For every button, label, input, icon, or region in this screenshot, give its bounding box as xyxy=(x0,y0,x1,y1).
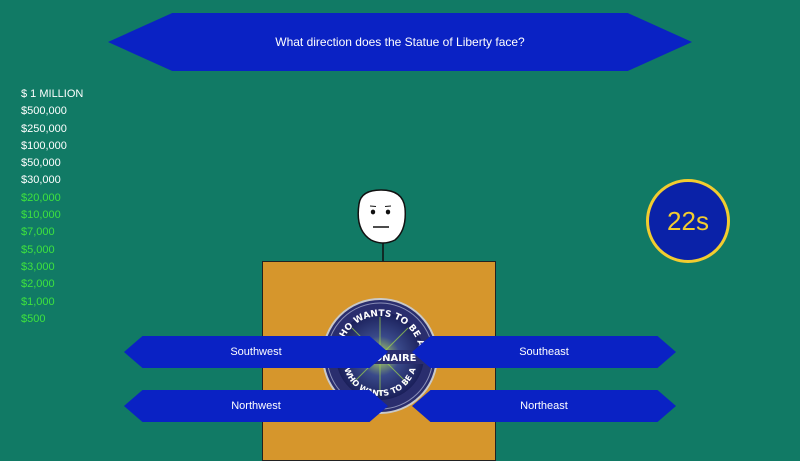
answer-b-label: Southeast xyxy=(519,346,569,358)
ladder-item-500000: $500,000 xyxy=(21,105,67,118)
answer-b-button[interactable]: Southeast xyxy=(412,336,676,368)
host-face-icon xyxy=(357,189,407,262)
question-text: What direction does the Statue of Libert… xyxy=(275,35,525,49)
ladder-item-20000: $20,000 xyxy=(21,191,61,204)
timer-text: 22s xyxy=(667,205,709,236)
answer-c-button[interactable]: Northwest xyxy=(124,390,388,422)
ladder-item-500: $500 xyxy=(21,312,46,325)
answer-c-label: Northwest xyxy=(231,400,281,412)
ladder-item-30000: $30,000 xyxy=(21,174,61,187)
answer-d-button[interactable]: Northeast xyxy=(412,390,676,422)
ladder-item-5000: $5,000 xyxy=(21,243,55,256)
money-ladder: $ 1 MILLION $500,000 $250,000 $100,000 $… xyxy=(21,86,83,328)
ladder-item-100000: $100,000 xyxy=(21,139,67,152)
host-character xyxy=(347,186,417,271)
ladder-item-250000: $250,000 xyxy=(21,122,67,135)
countdown-timer: 22s xyxy=(646,179,730,263)
ladder-item-7000: $7,000 xyxy=(21,226,55,239)
question-banner: What direction does the Statue of Libert… xyxy=(108,13,692,71)
ladder-item-10000: $10,000 xyxy=(21,209,61,222)
ladder-item-3000: $3,000 xyxy=(21,260,55,273)
ladder-item-1-million: $ 1 MILLION xyxy=(21,88,84,100)
ladder-item-2000: $2,000 xyxy=(21,278,55,291)
answer-a-button[interactable]: Southwest xyxy=(124,336,388,368)
ladder-item-50000: $50,000 xyxy=(21,157,61,170)
answer-a-label: Southwest xyxy=(230,346,282,358)
ladder-item-1000: $1,000 xyxy=(21,295,55,308)
answer-d-label: Northeast xyxy=(520,400,568,412)
